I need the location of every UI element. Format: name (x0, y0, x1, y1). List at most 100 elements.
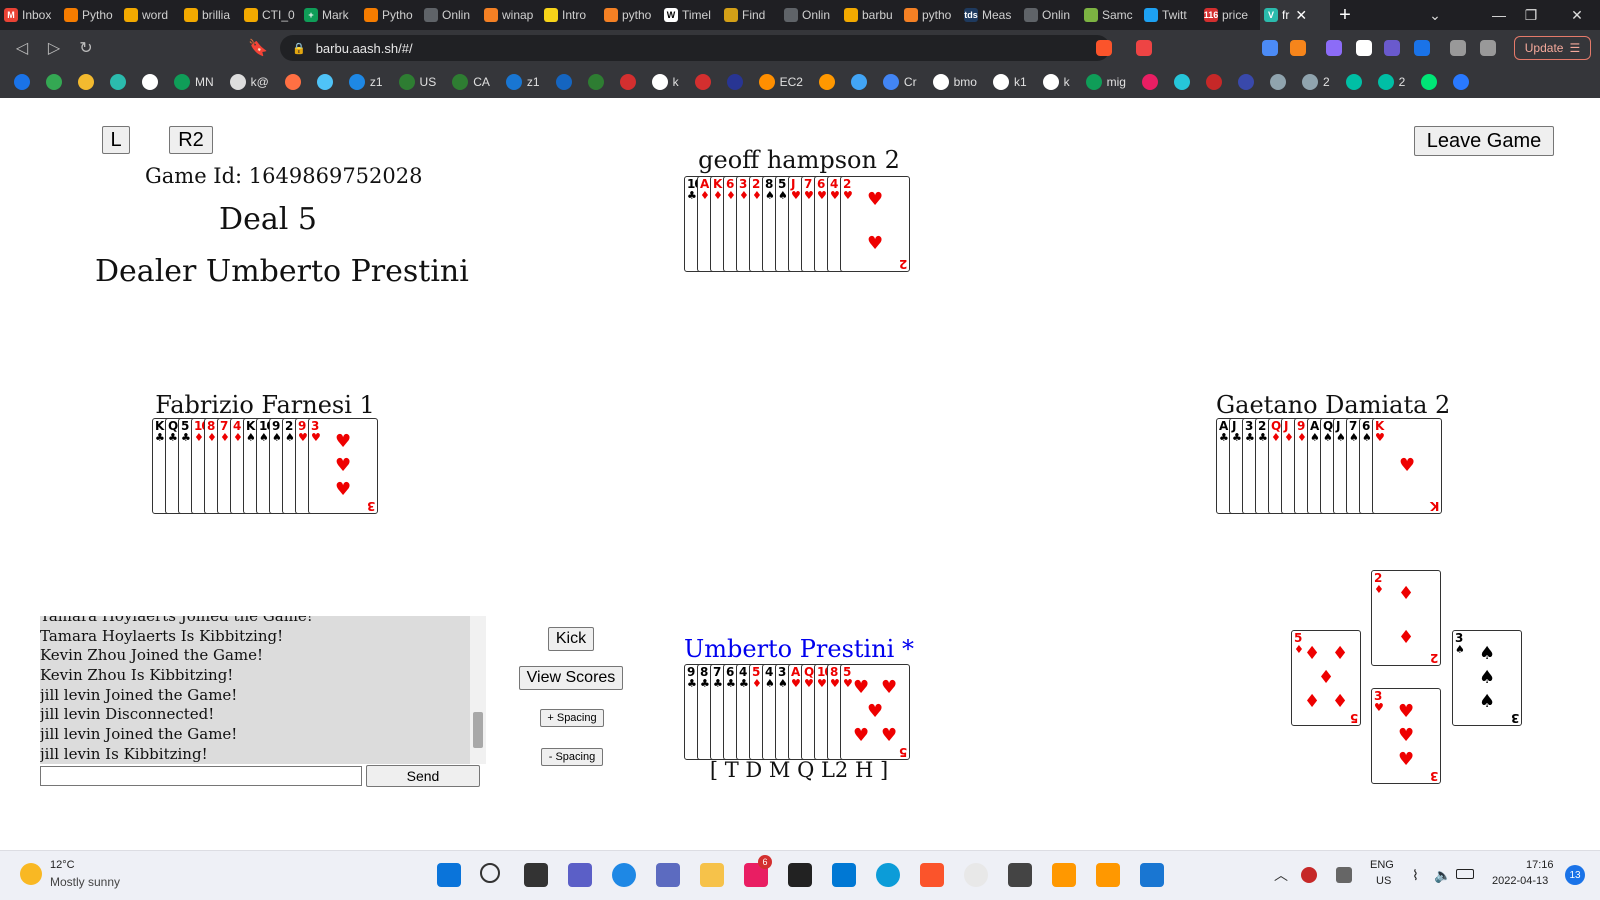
browser-tab[interactable]: Samc (1080, 0, 1140, 30)
browser-tab[interactable]: 116 price (1200, 0, 1260, 30)
terminal-icon[interactable] (788, 863, 812, 887)
browser-tab[interactable]: Onlin (780, 0, 840, 30)
bookmark-item[interactable] (110, 74, 136, 90)
bookmark-item[interactable]: z1 (348, 74, 393, 90)
clock-time[interactable]: 17:16 (1526, 859, 1554, 871)
playing-card[interactable]: K ♥ K ♥ (1372, 418, 1442, 514)
r2-button[interactable]: R2 (169, 126, 213, 154)
brave-rewards-icon[interactable] (1136, 40, 1152, 56)
bookmark-item[interactable] (1345, 74, 1372, 90)
update-button[interactable]: Update ☰ (1514, 36, 1591, 60)
browser-tab[interactable]: Pytho (360, 0, 420, 30)
bookmark-item[interactable] (587, 74, 614, 90)
restore-icon[interactable]: ❐ (1508, 0, 1554, 30)
chat-scroll-thumb[interactable] (473, 712, 483, 748)
weather-icon[interactable] (20, 863, 42, 885)
new-tab-icon[interactable]: + (1330, 4, 1360, 27)
bookmark-item[interactable] (555, 74, 582, 90)
sublime-icon[interactable] (1096, 863, 1120, 887)
playing-card[interactable]: 5 ♥ 5 ♥ ♥ ♥ ♥ ♥ (840, 664, 910, 760)
browser-tab[interactable]: W Timel (660, 0, 720, 30)
playing-card[interactable]: 3 ♥ 3 ♥ ♥ ♥ (308, 418, 378, 514)
browser-tab-active[interactable]: Vfr ✕ (1260, 0, 1330, 30)
browser-tab[interactable]: brillia (180, 0, 240, 30)
browser-tab[interactable]: Onlin (1020, 0, 1080, 30)
bookmark-item[interactable] (1421, 74, 1447, 90)
puzzle-icon[interactable] (1450, 40, 1466, 56)
browser-tab[interactable]: CTI_0 (240, 0, 300, 30)
bookmark-item[interactable]: k1 (992, 74, 1037, 90)
bookmark-item[interactable] (1237, 74, 1264, 90)
bookmark-item[interactable] (619, 74, 646, 90)
reload-icon[interactable]: ↻ (76, 38, 96, 58)
bookmark-item[interactable] (850, 74, 877, 90)
extension-icon[interactable] (1384, 40, 1400, 56)
url-field[interactable]: 🔒 barbu.aash.sh/#/ (280, 35, 1110, 61)
browser-tab[interactable]: pytho (900, 0, 960, 30)
vscode-icon[interactable] (832, 863, 856, 887)
chat-log[interactable]: Tamara Hoylaerts Joined the Game! Tamara … (40, 616, 486, 764)
plus-spacing-button[interactable]: + Spacing (540, 709, 604, 727)
task-view-icon[interactable] (524, 863, 548, 887)
bookmark-item[interactable]: z1 (505, 74, 550, 90)
bookmark-item[interactable]: 2 (1301, 74, 1340, 90)
language[interactable]: ENG (1370, 859, 1394, 871)
bookmark-item[interactable]: CA (452, 74, 500, 90)
notification-badge[interactable]: 13 (1565, 865, 1585, 885)
bookmark-item[interactable] (1269, 74, 1296, 90)
bookmark-item[interactable] (142, 74, 168, 90)
browser-tab[interactable]: Twitt (1140, 0, 1200, 30)
tray-icon[interactable] (1301, 867, 1317, 883)
tray-icon[interactable] (1336, 867, 1352, 883)
browser-tab[interactable]: Find (720, 0, 780, 30)
chat-input[interactable] (40, 766, 362, 786)
bookmark-item[interactable] (78, 74, 104, 90)
browser-tab[interactable]: Onlin (420, 0, 480, 30)
playing-card[interactable]: 2 ♥ 2 ♥ ♥ (840, 176, 910, 272)
bookmark-item[interactable] (726, 74, 753, 90)
metamask-icon[interactable] (1290, 40, 1306, 56)
bookmark-item[interactable]: k@ (229, 74, 279, 90)
region[interactable]: US (1376, 875, 1391, 887)
extension-icon[interactable] (1356, 40, 1372, 56)
extension-icon[interactable] (1326, 40, 1342, 56)
extension-icon[interactable] (1262, 40, 1278, 56)
bookmark-icon[interactable]: 🔖 (248, 38, 268, 58)
console-icon[interactable] (1008, 863, 1032, 887)
start-icon[interactable] (437, 863, 461, 887)
bookmark-item[interactable]: MN (174, 74, 224, 90)
brave-shield-icon[interactable] (1096, 40, 1112, 56)
browser-tab[interactable]: M Inbox (0, 0, 60, 30)
browser-tab[interactable]: tds Meas (960, 0, 1020, 30)
teams-icon[interactable] (568, 863, 592, 887)
wallet-icon[interactable] (1480, 40, 1496, 56)
bookmark-item[interactable] (1173, 74, 1200, 90)
snip-icon[interactable] (1052, 863, 1076, 887)
wifi-icon[interactable]: ⌇ (1412, 867, 1419, 884)
bookmark-item[interactable] (316, 74, 343, 90)
bookmark-item[interactable]: Cr (882, 74, 927, 90)
bookmark-item[interactable] (1453, 74, 1479, 90)
tab-search-icon[interactable]: ⌄ (1412, 0, 1458, 30)
bookmark-item[interactable] (818, 74, 845, 90)
clock-date[interactable]: 2022-04-13 (1492, 875, 1548, 887)
itunes-icon[interactable] (964, 863, 988, 887)
bookmark-item[interactable] (1205, 74, 1232, 90)
send-button[interactable]: Send (366, 765, 480, 787)
volume-icon[interactable]: 🔈 (1434, 867, 1451, 884)
browser-tab[interactable]: winap (480, 0, 540, 30)
browser-tab[interactable]: Intro (540, 0, 600, 30)
view-scores-button[interactable]: View Scores (519, 666, 623, 690)
battery-icon[interactable] (1456, 869, 1474, 879)
bookmark-item[interactable]: k (1042, 74, 1080, 90)
bookmark-item[interactable] (14, 74, 40, 90)
notepad-icon[interactable] (1140, 863, 1164, 887)
browser-tab[interactable]: pytho (600, 0, 660, 30)
leave-game-button[interactable]: Leave Game (1414, 126, 1554, 156)
close-window-icon[interactable]: ✕ (1554, 0, 1600, 30)
bookmark-item[interactable]: 2 (1377, 74, 1416, 90)
bookmark-item[interactable]: bmo (932, 74, 987, 90)
left-button[interactable]: L (102, 126, 130, 154)
bookmark-item[interactable]: k (651, 74, 689, 90)
chat-scrollbar[interactable] (470, 616, 486, 764)
